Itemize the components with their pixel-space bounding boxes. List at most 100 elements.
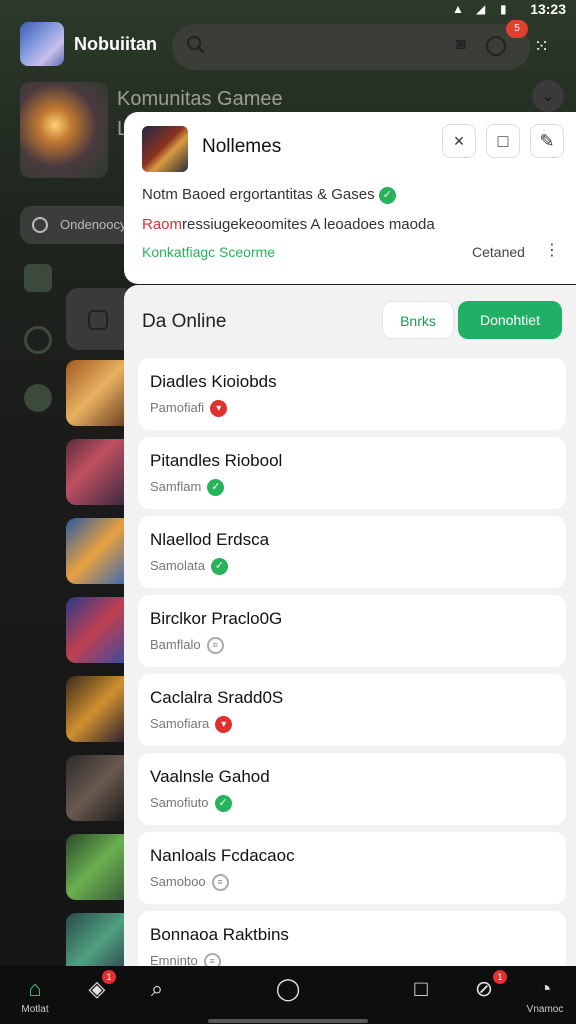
nav-badge: 1 (493, 970, 507, 984)
status-time: 13:23 (530, 1, 566, 17)
player-row[interactable]: Pitandles Riobool Samflam ✓ (138, 437, 566, 509)
apple-icon[interactable] (24, 384, 52, 412)
player-subtitle: Samoboo ≡ (150, 874, 229, 892)
online-panel: Da Online Bnrks Donohtiet Diadles Kioiob… (124, 285, 576, 966)
notification-title: Nollemes (202, 136, 282, 157)
check-icon: ✓ (210, 558, 228, 576)
player-subtitle: Samflam ✓ (150, 479, 225, 497)
nav-badge: 1 (102, 970, 116, 984)
nav-gauge[interactable]: ◔ Vnamoc (520, 974, 570, 1018)
notification-line-2: Raomressiugekeoomites A leoadoes maoda (142, 216, 435, 233)
player-row[interactable]: Birclkor Praclo0G Bamflalo ≡ (138, 595, 566, 667)
check-icon: ✓ (207, 479, 225, 497)
nav-compass[interactable]: ⊘ 1 (459, 970, 509, 1018)
check-icon: ✓ (214, 795, 232, 813)
edit-button[interactable]: ✎ (530, 124, 564, 158)
camera-icon[interactable]: ◙ (456, 36, 466, 54)
camera-tile[interactable] (66, 288, 126, 350)
notification-logo (142, 126, 188, 172)
check-icon: ✓ (378, 186, 396, 204)
close-button[interactable]: × (442, 124, 476, 158)
square-icon: □ (414, 976, 428, 1001)
alert-icon: ▾ (215, 716, 233, 734)
game-thumbnail[interactable] (66, 597, 126, 663)
player-subtitle: Samofiuto ✓ (150, 795, 232, 813)
player-name: Diadles Kioiobds (150, 372, 277, 391)
panel-title: Da Online (142, 311, 227, 332)
mic-icon[interactable] (486, 36, 506, 56)
notification-line-1: Notm Baoed ergortantitas & Gases ✓ (142, 186, 396, 204)
nav-home-label: Motlat (21, 1004, 49, 1015)
app-title: Nobuiitan (74, 34, 157, 54)
player-subtitle: Emninto ≡ (150, 953, 221, 966)
game-thumbnail[interactable] (66, 834, 126, 900)
donate-button[interactable]: Donohtiet (458, 301, 562, 339)
chat-icon[interactable] (24, 326, 52, 354)
nav-square[interactable]: □ (396, 974, 446, 1018)
close-icon: × (453, 131, 465, 151)
nav-layers[interactable]: ◈ 1 (72, 970, 122, 1018)
app-logo[interactable] (20, 22, 64, 66)
player-name: Nlaellod Erdsca (150, 530, 270, 549)
player-row[interactable]: Caclalra Sradd0S Samofiara ▾ (138, 674, 566, 746)
filter-chip[interactable]: Ondenoocy (20, 206, 140, 244)
bottom-nav: ⌂ Motlat ◈ 1 ⌕ ◯ □ ⊘ 1 ◔ Vnamoc (0, 966, 576, 1024)
player-name: Bonnaoa Raktbins (150, 925, 289, 944)
player-row[interactable]: Diadles Kioiobds Pamofiafi ▾ (138, 358, 566, 430)
wifi-icon: ▲ (452, 2, 464, 16)
edit-icon: ✎ (539, 131, 555, 151)
player-name: Birclkor Praclo0G (150, 609, 283, 628)
plus-circle-icon (32, 217, 48, 233)
search-icon (187, 36, 205, 54)
game-thumbnail[interactable] (66, 676, 126, 742)
alert-icon: ▾ (210, 400, 228, 418)
filter-chip-label: Ondenoocy (60, 217, 127, 232)
game-thumbnail[interactable] (66, 360, 126, 426)
search-bar[interactable]: ◙ (172, 24, 530, 70)
pending-icon: ≡ (206, 637, 224, 655)
window-button[interactable]: □ (486, 124, 520, 158)
notification-badge[interactable]: 5 (506, 20, 528, 38)
player-row[interactable]: Bonnaoa Raktbins Emninto ≡ (138, 911, 566, 966)
player-subtitle: Pamofiafi ▾ (150, 400, 228, 418)
circle-icon: ◯ (275, 976, 301, 1001)
home-icon: ⌂ (28, 976, 42, 1001)
featured-thumbnail[interactable] (20, 82, 108, 178)
gauge-icon: ◔ (538, 976, 552, 1001)
signal-icon: ◢ (476, 2, 486, 16)
featured-title: Komunitas Gamee (117, 88, 283, 110)
player-name: Nanloals Fcdacaoc (150, 846, 295, 865)
player-row[interactable]: Nlaellod Erdsca Samolata ✓ (138, 516, 566, 588)
player-subtitle: Bamflalo ≡ (150, 637, 224, 655)
more-vertical-icon[interactable]: ⋮ (544, 240, 560, 260)
camera-icon (88, 310, 108, 330)
player-name: Vaalnsle Gahod (150, 767, 270, 786)
player-name: Caclalra Sradd0S (150, 688, 284, 707)
notification-line-3[interactable]: Konkatfiagc Sceorme (142, 244, 275, 260)
player-name: Pitandles Riobool (150, 451, 283, 470)
game-thumbnail[interactable] (66, 439, 126, 505)
battery-icon: ▮ (500, 2, 507, 16)
search-icon: ⌕ (150, 976, 164, 1001)
chevron-down-icon[interactable]: ⌄ (532, 80, 564, 112)
player-row[interactable]: Vaalnsle Gahod Samofiuto ✓ (138, 753, 566, 825)
notification-status: Cetaned (472, 244, 525, 260)
nav-search[interactable]: ⌕ (132, 974, 182, 1018)
nav-gauge-label: Vnamoc (526, 1004, 564, 1015)
nav-circle[interactable]: ◯ (263, 974, 313, 1018)
back-button[interactable]: Bnrks (382, 301, 454, 339)
window-icon: □ (497, 131, 509, 151)
home-side-icon[interactable] (24, 264, 52, 292)
pending-icon: ≡ (211, 874, 229, 892)
status-bar: ▲ ◢ ▮ 13:23 (0, 0, 576, 18)
nav-home[interactable]: ⌂ Motlat (10, 974, 60, 1018)
notification-card[interactable]: Nollemes × □ ✎ Notm Baoed ergortantitas … (124, 112, 576, 284)
game-thumbnail[interactable] (66, 518, 126, 584)
menu-dots-icon[interactable]: ⁙ (534, 36, 549, 57)
home-indicator (208, 1019, 368, 1023)
pending-icon: ≡ (203, 953, 221, 966)
player-subtitle: Samolata ✓ (150, 558, 228, 576)
player-row[interactable]: Nanloals Fcdacaoc Samoboo ≡ (138, 832, 566, 904)
player-subtitle: Samofiara ▾ (150, 716, 233, 734)
game-thumbnail[interactable] (66, 755, 126, 821)
